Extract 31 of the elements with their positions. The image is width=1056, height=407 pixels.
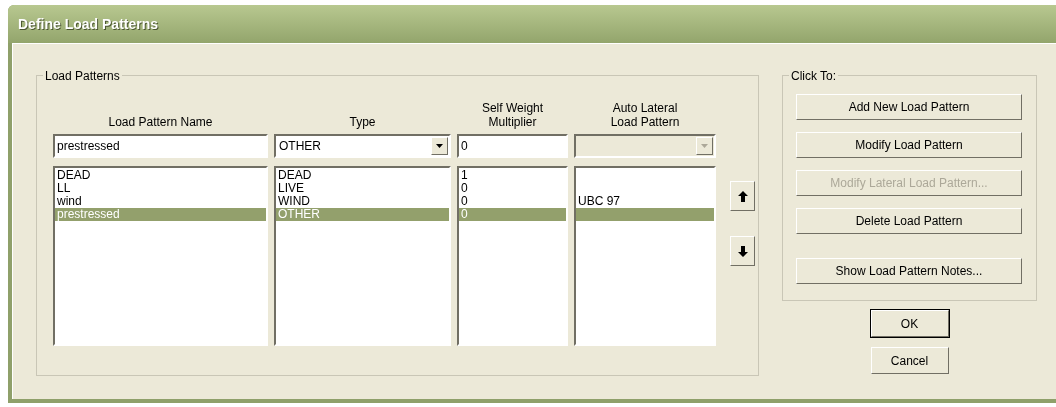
list-item[interactable]: DEAD — [276, 169, 449, 182]
multiplier-field[interactable]: 0 — [457, 134, 568, 158]
move-down-button[interactable] — [730, 236, 755, 266]
dropdown-arrow-button[interactable] — [431, 137, 448, 155]
list-item[interactable]: LIVE — [276, 182, 449, 195]
window-title: Define Load Patterns — [18, 14, 159, 34]
column-header: Self Weight Multiplier — [480, 101, 545, 129]
list-item[interactable]: WIND — [276, 195, 449, 208]
move-up-button[interactable] — [730, 181, 755, 211]
column-header: Auto Lateral Load Pattern — [609, 101, 681, 129]
column-header: Load Pattern Name — [108, 115, 213, 129]
list-item[interactable]: LL — [55, 182, 266, 195]
caret-icon — [701, 144, 708, 148]
column-header: Type — [349, 115, 376, 129]
arrow-up-icon — [737, 190, 748, 202]
list-item[interactable]: wind — [55, 195, 266, 208]
name-field[interactable]: prestressed — [53, 134, 268, 158]
action-button[interactable]: Show Load Pattern Notes... — [796, 258, 1022, 284]
ok-button[interactable]: OK — [870, 310, 949, 337]
caret-icon — [436, 144, 443, 148]
action-button[interactable]: Modify Load Pattern — [796, 132, 1022, 158]
type-dropdown[interactable]: OTHER — [274, 134, 451, 158]
list-item[interactable]: UBC 97 — [576, 195, 714, 208]
list-item[interactable]: 0 — [459, 182, 566, 195]
list-item[interactable]: 1 — [459, 169, 566, 182]
action-button[interactable]: Delete Load Pattern — [796, 208, 1022, 234]
list-item[interactable]: DEAD — [55, 169, 266, 182]
list-item[interactable]: 0 — [459, 195, 566, 208]
arrow-down-icon — [737, 245, 748, 257]
action-button[interactable]: Add New Load Pattern — [796, 94, 1022, 120]
cancel-button[interactable]: Cancel — [870, 347, 949, 374]
